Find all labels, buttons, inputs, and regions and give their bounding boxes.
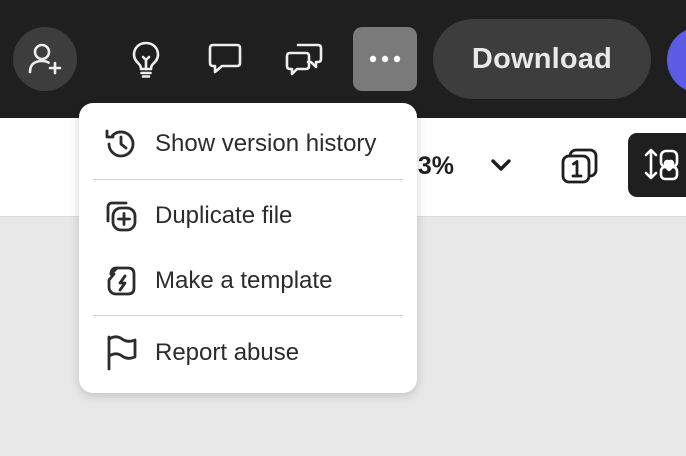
- lightbulb-icon: [132, 41, 160, 78]
- zoom-dropdown-button[interactable]: [486, 150, 516, 180]
- more-options-button[interactable]: [353, 27, 417, 91]
- menu-item-label: Show version history: [155, 130, 377, 157]
- top-toolbar: Download: [0, 0, 686, 118]
- invite-button[interactable]: [13, 27, 77, 91]
- menu-divider: [93, 315, 403, 316]
- comments-icon: [285, 43, 323, 76]
- chevron-down-icon: [491, 159, 511, 171]
- comment-icon: [208, 43, 242, 74]
- download-button[interactable]: Download: [433, 19, 651, 99]
- menu-item-make-a-template[interactable]: Make a template: [79, 253, 417, 309]
- comment-button[interactable]: [197, 31, 253, 87]
- menu-item-report-abuse[interactable]: Report abuse: [79, 325, 417, 381]
- app-window: Download 73% Show version history Duplic…: [0, 0, 686, 456]
- more-icon: [369, 55, 401, 63]
- layers-icon: [644, 148, 679, 181]
- comments-panel-button[interactable]: [276, 31, 332, 87]
- menu-item-label: Make a template: [155, 267, 333, 294]
- ideas-button[interactable]: [118, 31, 174, 87]
- flag-icon: [101, 333, 141, 373]
- history-icon: [101, 124, 141, 164]
- add-user-icon: [28, 43, 62, 75]
- menu-divider: [93, 179, 403, 180]
- template-icon: [101, 261, 141, 301]
- menu-item-duplicate-file[interactable]: Duplicate file: [79, 188, 417, 244]
- avatar[interactable]: [667, 27, 686, 93]
- menu-item-show-version-history[interactable]: Show version history: [79, 116, 417, 172]
- duplicate-icon: [101, 196, 141, 236]
- more-options-menu: Show version history Duplicate file Make…: [79, 103, 417, 393]
- layers-button[interactable]: [628, 133, 686, 197]
- menu-item-label: Report abuse: [155, 339, 300, 366]
- menu-item-label: Duplicate file: [155, 202, 293, 229]
- pages-icon: [561, 148, 598, 184]
- pages-button[interactable]: [558, 146, 602, 186]
